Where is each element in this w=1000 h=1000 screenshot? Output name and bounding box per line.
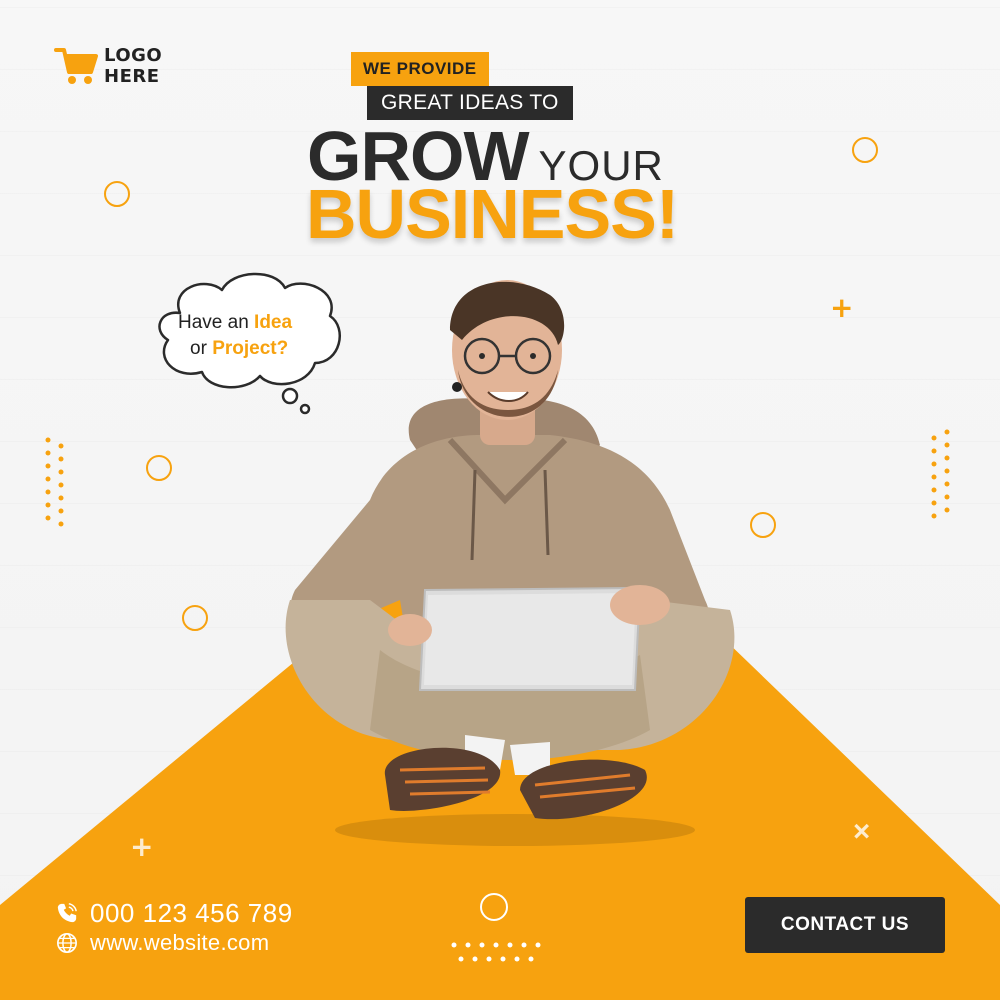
decor-dots-right xyxy=(931,429,950,519)
decor-ring xyxy=(146,455,172,481)
decor-dots-left xyxy=(45,437,64,527)
website-url: www.website.com xyxy=(90,930,270,955)
decor-plus-icon: + xyxy=(130,830,154,863)
tag-we-provide: WE PROVIDE xyxy=(351,52,489,86)
decor-ring xyxy=(480,893,508,921)
phone-number: 000 123 456 789 xyxy=(90,897,293,928)
logo-text: LOGO HERE xyxy=(104,45,162,87)
decor-dots-bottom xyxy=(451,942,541,962)
website-row[interactable]: www.website.com xyxy=(56,928,293,958)
phone-icon xyxy=(57,903,77,923)
logo-line-2: HERE xyxy=(104,66,160,87)
decor-plus-icon: + xyxy=(830,291,854,324)
tag-great-ideas: GREAT IDEAS TO xyxy=(367,86,573,120)
brand-logo[interactable]: LOGO HERE xyxy=(54,44,162,88)
decor-ring xyxy=(182,605,208,631)
bubble-text-part2: or xyxy=(190,338,213,359)
contact-us-button[interactable]: CONTACT US xyxy=(745,897,945,953)
bubble-text-part1: Have an xyxy=(178,312,255,333)
phone-row[interactable]: 000 123 456 789 xyxy=(56,898,293,928)
decor-ring xyxy=(852,137,878,163)
person-with-laptop-photo xyxy=(285,280,735,846)
headline-business: BUSINESS! xyxy=(306,175,679,253)
logo-line-1: LOGO xyxy=(104,45,163,66)
decor-ring xyxy=(104,181,130,207)
shopping-cart-icon xyxy=(54,48,98,84)
contact-info: 000 123 456 789 www.website.com xyxy=(56,898,293,958)
globe-icon xyxy=(57,933,77,953)
promo-banner: + + + LOGO HERE WE PROVIDE GREAT IDEAS T… xyxy=(0,0,1000,1000)
